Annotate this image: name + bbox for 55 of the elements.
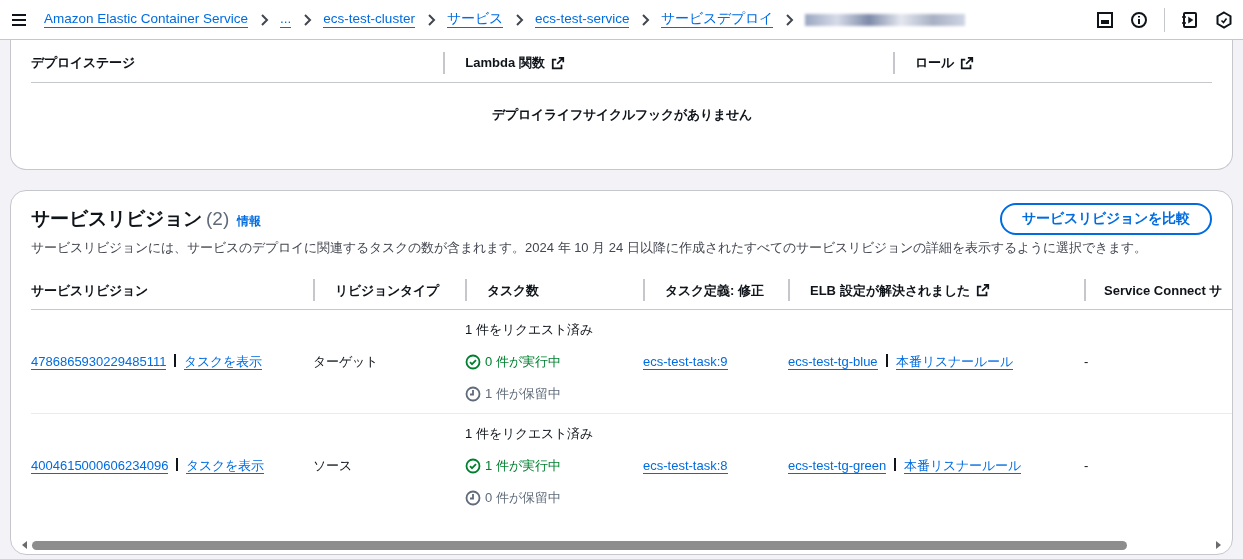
clock-icon — [465, 385, 481, 402]
task-count: 1 件をリクエスト済み — [465, 321, 593, 340]
link[interactable]: ecs-test-tg-green — [788, 458, 887, 475]
column-header: サービスリビジョン — [31, 281, 148, 300]
breadcrumb-link[interactable]: Amazon Elastic Container Service — [44, 10, 249, 29]
scrollbar-thumb[interactable] — [32, 540, 1127, 550]
external-link-icon[interactable] — [550, 56, 565, 70]
cell-text: ソース — [313, 458, 352, 474]
external-link-icon[interactable] — [975, 283, 990, 298]
link[interactable]: ecs-test-tg-blue — [788, 354, 878, 371]
check-circle-icon — [465, 353, 481, 370]
link[interactable]: 4786865930229485111 — [31, 354, 167, 371]
scroll-right-icon[interactable] — [1215, 541, 1222, 549]
task-count: 0 件が保留中 — [485, 489, 561, 508]
breadcrumb-link[interactable]: ecs-test-service — [534, 10, 630, 29]
description: サービスリビジョンには、サービスのデプロイに関連するタスクの数が含まれます。2024 年 10 月 24 日以降に作成されたすべてのサービスリビジョンの詳細を表示するように選択できます。 — [31, 239, 1148, 258]
link[interactable]: ecs-test-task:9 — [643, 354, 728, 371]
task-count: 1 件をリクエスト済み — [465, 425, 593, 444]
link[interactable]: 本番リスナールール — [895, 354, 1013, 371]
breadcrumb-link[interactable]: ... — [280, 10, 292, 29]
column-header: Service Connect サ — [1104, 281, 1223, 300]
scroll-left-icon[interactable] — [21, 541, 28, 549]
breadcrumb-link[interactable]: サービスデプロイ — [661, 10, 774, 29]
breadcrumb-link[interactable]: サービス — [446, 10, 503, 29]
column-header: タスク定義: 修正 — [665, 281, 764, 300]
section-title: サービスリビジョン — [31, 206, 202, 231]
empty-message: デプロイライフサイクルフックがありません — [491, 107, 752, 122]
task-count: 1 件が実行中 — [485, 457, 561, 476]
link[interactable]: タスクを表示 — [186, 458, 265, 475]
compare-button[interactable]: サービスリビジョンを比較 — [1000, 203, 1212, 236]
column-header: ロール — [914, 54, 954, 73]
task-count: 0 件が実行中 — [485, 353, 561, 372]
link[interactable]: ecs-test-task:8 — [643, 458, 728, 475]
link[interactable]: タスクを表示 — [184, 354, 263, 371]
cell-text: - — [1084, 458, 1089, 474]
notes-icon[interactable] — [1181, 10, 1199, 29]
link[interactable]: 本番リスナールール — [904, 458, 1022, 475]
clock-icon — [465, 490, 481, 507]
column-header: Lambda 関数 — [465, 54, 545, 73]
task-count: 1 件が保留中 — [485, 385, 561, 404]
hexagon-icon[interactable] — [1215, 10, 1233, 29]
cell-text: - — [1084, 354, 1089, 370]
column-header: デプロイステージ — [31, 54, 135, 73]
column-header: タスク数 — [487, 281, 539, 300]
external-link-icon[interactable] — [959, 56, 974, 70]
check-circle-icon — [465, 458, 481, 475]
panel-icon[interactable] — [1096, 10, 1114, 29]
column-header: リビジョンタイプ — [335, 281, 439, 300]
item-count: (2) — [206, 206, 230, 231]
link[interactable]: 4004615000606234096 — [31, 458, 169, 475]
info-link[interactable]: 情報 — [237, 212, 262, 231]
cell-text: ターゲット — [313, 354, 378, 370]
info-icon[interactable] — [1130, 10, 1148, 29]
column-header: ELB 設定が解決されました — [810, 281, 970, 300]
breadcrumb-link[interactable]: ecs-test-cluster — [323, 10, 415, 29]
